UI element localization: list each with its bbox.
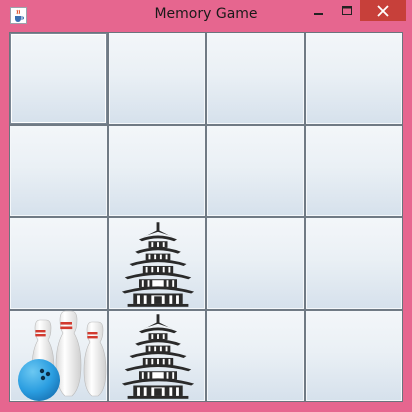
maximize-button[interactable] — [334, 0, 360, 21]
card-r1-c1[interactable] — [10, 33, 107, 124]
minimize-button[interactable] — [304, 0, 334, 21]
card-r4-c4[interactable] — [305, 310, 402, 401]
card-r2-c4[interactable] — [305, 125, 402, 216]
minimize-icon — [314, 12, 323, 15]
app-window: Memory Game — [0, 0, 412, 412]
close-icon — [377, 4, 389, 17]
card-r3-c3[interactable] — [207, 218, 304, 309]
card-r1-c2[interactable] — [108, 33, 205, 124]
card-r3-c2[interactable] — [108, 218, 205, 309]
card-r4-c2[interactable] — [108, 310, 205, 401]
card-r4-c1[interactable] — [10, 310, 107, 401]
maximize-icon — [341, 5, 352, 15]
card-r3-c1[interactable] — [10, 218, 107, 309]
bowling-pins-icon — [18, 310, 107, 401]
card-r1-c4[interactable] — [305, 33, 402, 124]
card-r2-c2[interactable] — [108, 125, 205, 216]
card-r1-c3[interactable] — [207, 33, 304, 124]
pagoda-icon — [121, 221, 194, 307]
card-r4-c3[interactable] — [207, 310, 304, 401]
card-r2-c3[interactable] — [207, 125, 304, 216]
close-button[interactable] — [360, 0, 406, 21]
card-grid — [9, 32, 403, 402]
card-r3-c4[interactable] — [305, 218, 402, 309]
card-r2-c1[interactable] — [10, 125, 107, 216]
title-bar[interactable]: Memory Game — [0, 0, 412, 31]
pagoda-icon — [121, 314, 194, 399]
